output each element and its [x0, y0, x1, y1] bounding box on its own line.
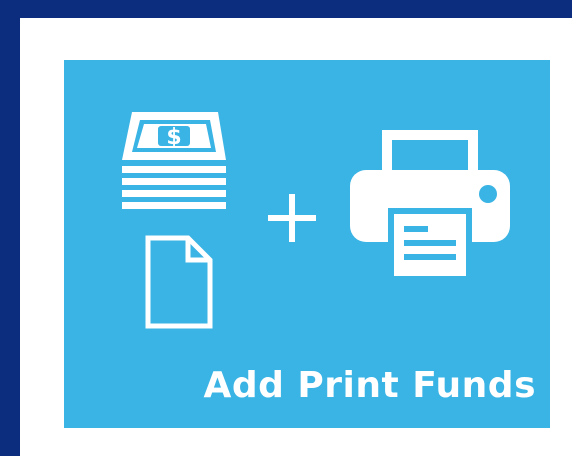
add-print-funds-button[interactable]: $ Add Print Funds	[64, 60, 550, 428]
plus-icon	[264, 190, 320, 246]
svg-text:$: $	[166, 125, 181, 150]
add-print-funds-label: Add Print Funds	[203, 365, 536, 406]
money-stack-icon: $	[118, 104, 230, 212]
document-icon	[142, 234, 214, 330]
printer-icon	[344, 122, 516, 288]
